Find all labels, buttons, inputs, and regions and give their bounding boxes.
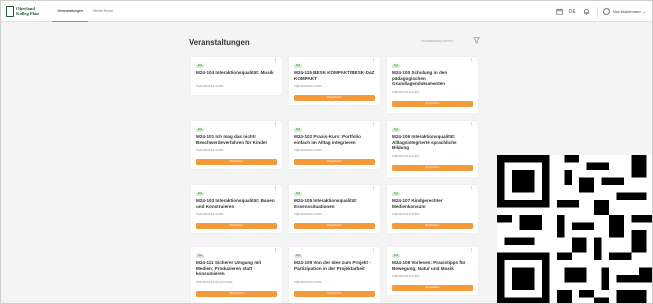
register-button[interactable]: Registrieren [196, 223, 277, 229]
register-button[interactable]: Registrieren [294, 291, 375, 297]
course-title: M24-104 Interaktionsqualität: Musik [196, 70, 274, 75]
status-badge: Frei [294, 128, 303, 132]
nav-tab-meine-kurse[interactable]: Meine Kurse [88, 1, 118, 22]
status-badge: Frei [294, 64, 303, 68]
course-title: M24-111 Sicherer Umgang mit Medien: Prod… [196, 260, 262, 277]
more-options-icon[interactable]: ⋮ [469, 248, 475, 254]
status-badge: Frei [392, 192, 401, 196]
status-badge: Frei [392, 64, 401, 68]
user-menu[interactable]: Max Mustermann ⌄ [602, 8, 646, 15]
register-button[interactable]: Registrieren [196, 291, 277, 297]
more-options-icon[interactable]: ⋮ [469, 122, 475, 128]
course-card[interactable]: ⋮ Frei M24-103 Interaktionsqualität: Bau… [191, 185, 282, 233]
course-type: PQB-MODULE KURS [392, 154, 420, 158]
status-badge: Frei [392, 254, 401, 258]
course-card[interactable]: ⋮ Frei M24-107 Kindgerechter Medienkonsu… [387, 185, 478, 233]
course-type: PQB-MODULE KURS [294, 212, 322, 216]
register-button[interactable]: Registrieren [392, 165, 473, 171]
course-title: M24-107 Kindgerechter Medienkonsum [392, 198, 443, 209]
course-card[interactable]: ⋮ Frei M24-104 Interaktionsqualität: Mus… [191, 57, 282, 95]
course-card[interactable]: ⋮ Frei M24-111 Sicherer Umgang mit Medie… [191, 247, 282, 303]
more-options-icon[interactable]: ⋮ [469, 186, 475, 192]
course-title: M24-115 BESK KOMPAKT/BESK-DaZ KOMPAKT [294, 70, 375, 81]
more-options-icon[interactable]: ⋮ [371, 248, 377, 254]
status-badge: Frei [196, 128, 205, 132]
more-options-icon[interactable]: ⋮ [273, 58, 279, 64]
status-badge: Frei [196, 192, 205, 196]
nav-tab-veranstaltungen[interactable]: Veranstaltungen [52, 1, 88, 22]
brand-logo[interactable]: Oberland Kolleg Plan [6, 5, 42, 18]
header-divider [596, 6, 598, 17]
register-button[interactable]: Registrieren [392, 223, 473, 229]
course-card[interactable]: ⋮ Frei M24-102 Praxis-Kurs: Portfolio ei… [289, 121, 380, 169]
status-badge: Frei [196, 64, 205, 68]
course-title: M24-109 Von der Idee zum Projekt - Parti… [294, 260, 371, 271]
more-options-icon[interactable]: ⋮ [371, 122, 377, 128]
status-badge: Frei [294, 192, 303, 196]
status-badge: Frei [294, 254, 303, 258]
course-type: PQB-MODULE KURS [196, 148, 224, 152]
course-type: PQB-MODULE KURS [392, 90, 420, 94]
course-title: M24-108 Vorlesen: Praxistipps für Bewegu… [392, 260, 466, 271]
main-nav: Veranstaltungen Meine Kurse [52, 1, 118, 22]
search-input[interactable]: Veranstaltung suchen [421, 39, 453, 43]
course-type: PQB-MODULE KURS [294, 280, 322, 284]
course-type: PQB-MODULE KURS [294, 84, 322, 88]
language-switcher[interactable]: DE [569, 9, 576, 15]
course-title: M24-106 Interaktionsqualität: Alltagsint… [392, 134, 457, 151]
more-options-icon[interactable]: ⋮ [273, 122, 279, 128]
course-title: M24-105 Interaktionsqualität: Essenssitu… [294, 198, 358, 209]
register-button[interactable]: Registrieren [294, 95, 375, 101]
course-type: PQB-MODULE KURS [392, 274, 420, 278]
course-card[interactable]: ⋮ Frei M24-106 Interaktionsqualität: All… [387, 121, 478, 177]
more-options-icon[interactable]: ⋮ [273, 248, 279, 254]
calendar-icon[interactable] [556, 8, 563, 15]
bell-icon[interactable] [583, 8, 590, 15]
register-button[interactable]: Registrieren [294, 223, 375, 229]
course-card[interactable]: ⋮ Frei M24-115 BESK KOMPAKT/BESK-DaZ KOM… [289, 57, 380, 105]
course-title: M24-101 Ich mag das nicht! Beschwerdever… [196, 134, 268, 145]
page-title: Veranstaltungen [189, 38, 250, 47]
header-tools: DE Max Mustermann ⌄ [549, 1, 646, 22]
status-badge: Frei [196, 254, 205, 258]
more-options-icon[interactable]: ⋮ [371, 58, 377, 64]
chevron-down-icon: ⌄ [642, 9, 646, 14]
filter-icon[interactable] [473, 37, 480, 46]
course-card[interactable]: ⋮ Frei M24-108 Vorlesen: Praxistipps für… [387, 247, 478, 295]
user-name: Max Mustermann [612, 9, 641, 14]
qr-code-image [497, 155, 652, 303]
course-title: M24-103 Interaktionsqualität: Bauen und … [196, 198, 275, 209]
course-type: PQB-MODULE KURS [392, 212, 420, 216]
logo-mark-icon [6, 6, 14, 17]
logo-line-2: Kolleg Plan [16, 11, 39, 17]
register-button[interactable]: Registrieren [392, 101, 473, 107]
course-title: M24-102 Praxis-Kurs: Portfolio einfach i… [294, 134, 361, 145]
course-type: PQB-MODULE KURS [196, 212, 224, 216]
course-card[interactable]: ⋮ Frei M24-109 Von der Idee zum Projekt … [289, 247, 380, 303]
course-type: PQB-MODULE KURS [294, 148, 322, 152]
top-navigation-bar: Oberland Kolleg Plan Veranstaltungen Mei… [1, 1, 652, 22]
register-button[interactable]: Registrieren [392, 285, 473, 291]
course-card[interactable]: ⋮ Frei M24-105 Interaktionsqualität: Ess… [289, 185, 380, 233]
status-badge: Frei [392, 128, 401, 132]
register-button[interactable]: Registrieren [294, 159, 375, 165]
more-options-icon[interactable]: ⋮ [273, 186, 279, 192]
course-title: M24-100 Schulung in den pädagogischen Gr… [392, 70, 448, 87]
more-options-icon[interactable]: ⋮ [469, 58, 475, 64]
logo-text: Oberland Kolleg Plan [16, 6, 39, 16]
avatar-icon [602, 8, 610, 15]
course-card[interactable]: ⋮ Frei M24-100 Schulung in den pädagogis… [387, 57, 478, 113]
course-type: PQB-MODULE PLATTFORM [196, 280, 233, 284]
app-window: Oberland Kolleg Plan Veranstaltungen Mei… [0, 0, 653, 304]
register-button[interactable]: Registrieren [196, 159, 277, 165]
course-card[interactable]: ⋮ Frei M24-101 Ich mag das nicht! Beschw… [191, 121, 282, 169]
more-options-icon[interactable]: ⋮ [371, 186, 377, 192]
course-type: PQB-MODULE KURS [196, 84, 224, 88]
